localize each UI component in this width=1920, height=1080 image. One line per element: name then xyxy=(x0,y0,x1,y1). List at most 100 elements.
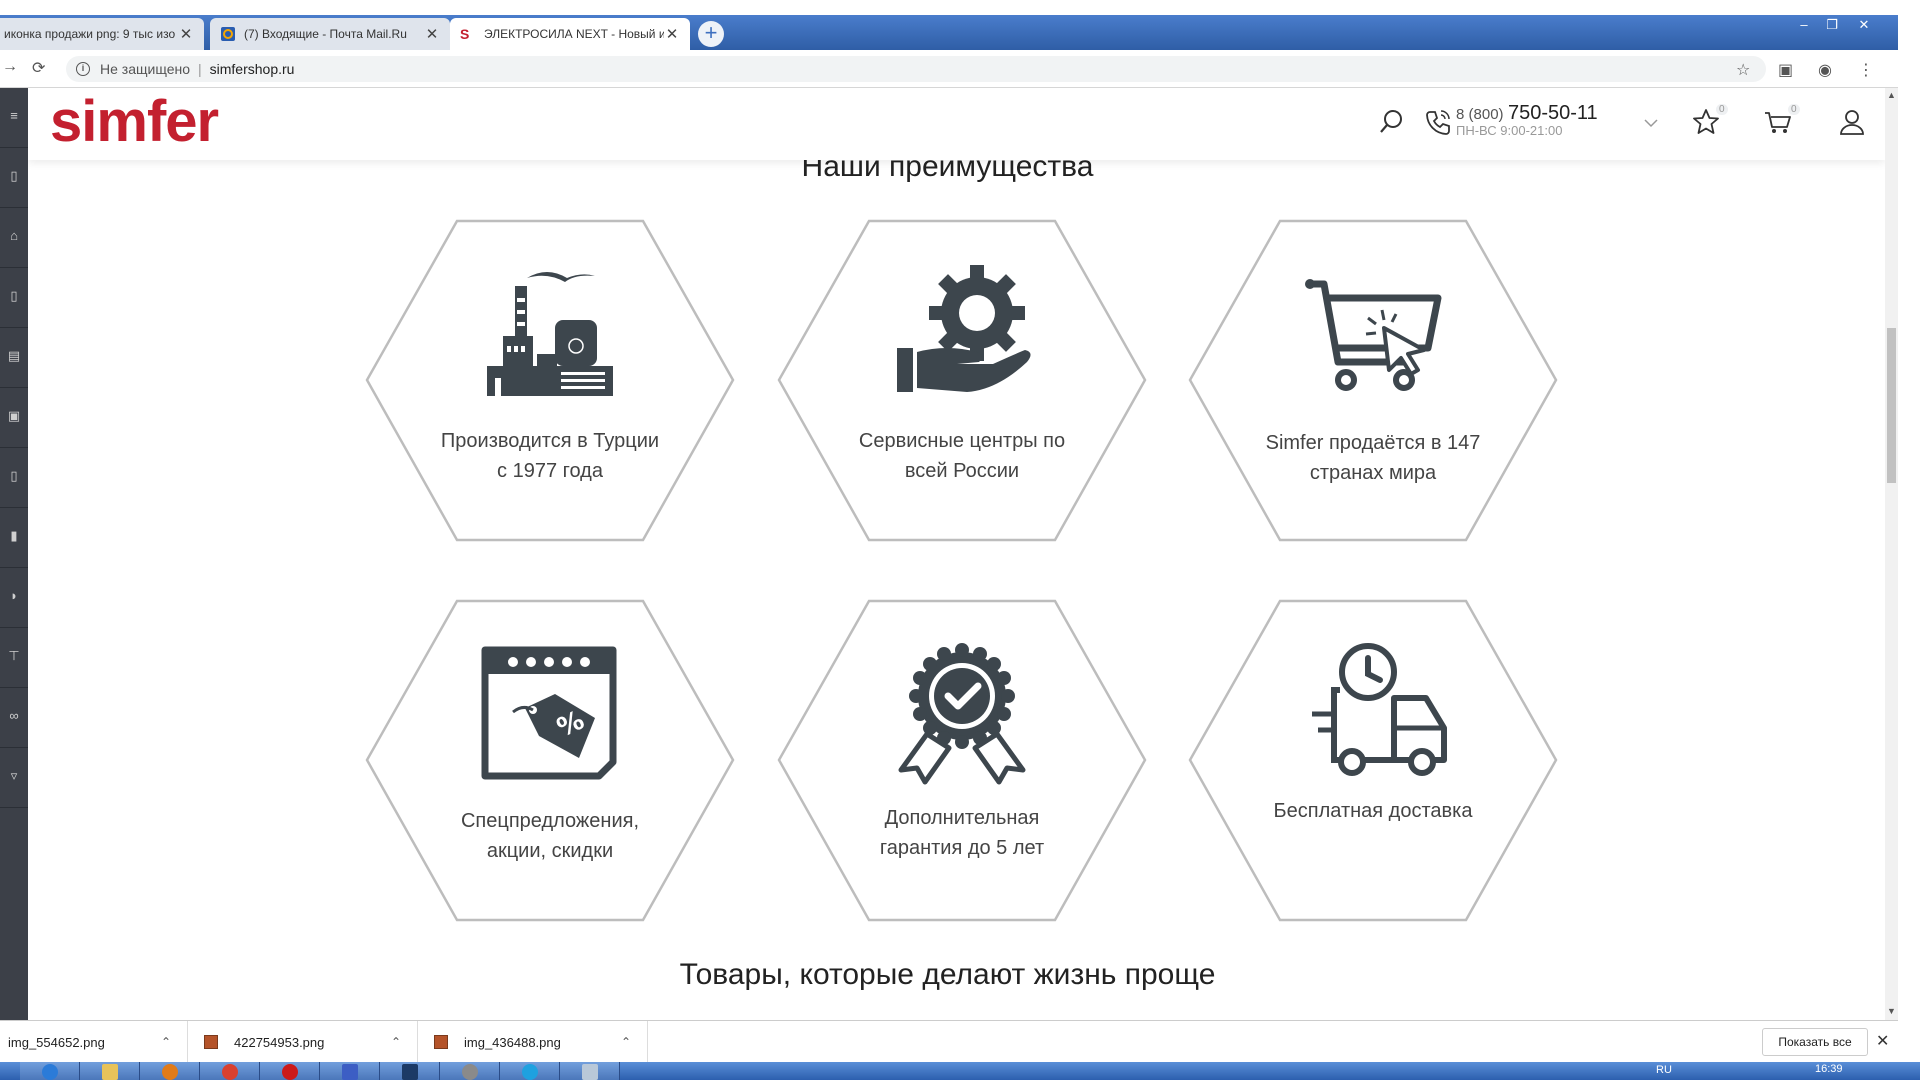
address-bar[interactable]: i Не защищено | simfershop.ru xyxy=(66,56,1766,82)
photoshop-icon xyxy=(402,1064,418,1080)
advantage-label-line: странах мира xyxy=(1309,462,1437,484)
taskbar-app-ie[interactable] xyxy=(20,1062,80,1080)
chevron-up-icon[interactable]: ⌃ xyxy=(621,1035,631,1049)
advantage-hexagon: Сервисные центры по всей России xyxy=(776,218,1148,543)
site-logo[interactable]: simfer xyxy=(50,88,219,155)
browser-tab-strip: иконка продажи png: 9 тыс изо ✕ (7) Вход… xyxy=(0,15,1898,50)
advantage-label-line: акции, скидки xyxy=(486,840,614,862)
show-all-downloads-button[interactable]: Показать все xyxy=(1762,1028,1868,1056)
cart-count-badge: 0 xyxy=(1788,104,1800,115)
taskbar-app-explorer[interactable] xyxy=(80,1062,140,1080)
mail-icon xyxy=(220,26,236,42)
sidebar-item[interactable]: ▯ xyxy=(0,268,28,328)
taskbar-app-chrome[interactable] xyxy=(200,1062,260,1080)
phone-block[interactable]: 8 (800) 750-50-11 ПН-ВС 9:00-21:00 xyxy=(1456,102,1598,138)
phone-hours: ПН-ВС 9:00-21:00 xyxy=(1456,123,1563,138)
browser-tab-active[interactable]: S ЭЛЕКТРОСИЛА NEXT - Новый и ✕ xyxy=(450,18,690,50)
advantage-label-line: с 1977 года xyxy=(497,460,603,482)
sidebar-item[interactable]: ≡ xyxy=(0,88,28,148)
image-file-icon xyxy=(434,1035,448,1049)
vertical-scrollbar[interactable]: ▲ ▼ xyxy=(1885,88,1898,1020)
chevron-up-icon[interactable]: ⌃ xyxy=(391,1035,401,1049)
ie-icon xyxy=(42,1064,58,1080)
taskbar-app[interactable] xyxy=(440,1062,500,1080)
folder-icon xyxy=(102,1064,118,1080)
sidebar-item[interactable]: ⊤ xyxy=(0,628,28,688)
taskbar-app-media[interactable] xyxy=(140,1062,200,1080)
download-item[interactable]: img_436488.png ⌃ xyxy=(418,1021,648,1063)
browser-tab[interactable]: иконка продажи png: 9 тыс изо ✕ xyxy=(0,18,204,50)
factory-icon xyxy=(487,272,613,396)
new-tab-button[interactable]: + xyxy=(698,21,724,47)
delivery-truck-icon xyxy=(1312,643,1447,776)
close-window-button[interactable]: ✕ xyxy=(1850,16,1878,34)
sidebar-item[interactable]: ◗ xyxy=(0,568,28,628)
advantage-label-line: гарантия до 5 лет xyxy=(879,837,1045,859)
search-icon[interactable] xyxy=(1376,106,1408,138)
chevron-down-icon[interactable] xyxy=(1642,114,1660,132)
close-icon[interactable]: ✕ xyxy=(424,25,440,43)
opera-icon xyxy=(282,1064,298,1080)
forward-icon[interactable]: → xyxy=(2,58,18,76)
account-icon[interactable]: ◉ xyxy=(1818,60,1832,80)
advantage-label: Спецпредложения, акции, скидки xyxy=(414,806,686,866)
sidebar-item[interactable]: ▯ xyxy=(0,148,28,208)
media-player-icon xyxy=(162,1064,178,1080)
security-status: Не защищено xyxy=(100,61,190,77)
advantage-label: Бесплатная доставка xyxy=(1237,796,1509,826)
minimize-button[interactable]: – xyxy=(1790,16,1818,34)
downloads-bar: img_554652.png ⌃ 422754953.png ⌃ img_436… xyxy=(0,1020,1898,1063)
sidebar-item[interactable]: ∞ xyxy=(0,688,28,748)
reload-icon[interactable]: ⟳ xyxy=(32,58,45,78)
taskbar-app[interactable] xyxy=(320,1062,380,1080)
advantage-label-line: Дополнительная xyxy=(884,807,1040,829)
sidebar-item[interactable]: ▮ xyxy=(0,508,28,568)
favorites-count-badge: 0 xyxy=(1716,104,1728,115)
site-header: simfer 8 (800) 750-50-11 ПН-ВС 9:00-21:0… xyxy=(28,88,1885,160)
sidebar-item[interactable]: ▿ xyxy=(0,748,28,808)
menu-icon[interactable]: ⋮ xyxy=(1858,60,1874,80)
scroll-up-arrow[interactable]: ▲ xyxy=(1885,90,1898,100)
taskbar-app-opera[interactable] xyxy=(260,1062,320,1080)
download-file-name: 422754953.png xyxy=(234,1034,325,1050)
close-icon[interactable]: ✕ xyxy=(664,25,680,43)
close-icon[interactable]: ✕ xyxy=(178,25,194,43)
tab-title: (7) Входящие - Почта Mail.Ru xyxy=(244,27,407,41)
browser-toolbar: → ⟳ i Не защищено | simfershop.ru ☆ ▣ ◉ … xyxy=(0,50,1898,88)
user-icon[interactable] xyxy=(1836,106,1868,138)
tab-title: иконка продажи png: 9 тыс изо xyxy=(4,27,176,41)
clock[interactable]: 16:39 xyxy=(1815,1063,1843,1075)
phone-number: 750-50-11 xyxy=(1507,102,1598,124)
advantage-label-line: Бесплатная доставка xyxy=(1273,800,1473,822)
advantage-label-line: всей России xyxy=(904,460,1020,482)
advantage-hexagon: % Спецпредложения, акции, скидки xyxy=(364,598,736,923)
close-icon[interactable]: ✕ xyxy=(1876,1031,1889,1051)
scrollbar-thumb[interactable] xyxy=(1887,328,1896,483)
bookmark-star-icon[interactable]: ☆ xyxy=(1736,60,1750,80)
sidebar-item[interactable]: ▯ xyxy=(0,448,28,508)
left-sidebar: ≡ ▯ ⌂ ▯ ▤ ▣ ▯ ▮ ◗ ⊤ ∞ ▿ xyxy=(0,88,28,1020)
download-item[interactable]: img_554652.png ⌃ xyxy=(0,1021,188,1063)
language-indicator[interactable]: RU xyxy=(1656,1064,1672,1076)
taskbar-app-photoshop[interactable] xyxy=(380,1062,440,1080)
chevron-up-icon[interactable]: ⌃ xyxy=(161,1035,171,1049)
maximize-button[interactable]: ❐ xyxy=(1818,16,1846,34)
window-icon xyxy=(582,1064,598,1080)
award-check-icon xyxy=(898,643,1026,785)
download-item[interactable]: 422754953.png ⌃ xyxy=(188,1021,418,1063)
sidebar-item[interactable]: ⌂ xyxy=(0,208,28,268)
browser-tab[interactable]: (7) Входящие - Почта Mail.Ru ✕ xyxy=(210,18,450,50)
extension-icon[interactable]: ▣ xyxy=(1778,60,1793,80)
download-file-name: img_554652.png xyxy=(8,1034,105,1050)
sidebar-item[interactable]: ▤ xyxy=(0,328,28,388)
sidebar-item[interactable]: ▣ xyxy=(0,388,28,448)
advantage-label: Дополнительная гарантия до 5 лет xyxy=(826,803,1098,863)
products-title: Товары, которые делают жизнь проще xyxy=(679,958,1216,991)
scroll-down-arrow[interactable]: ▼ xyxy=(1885,1006,1898,1016)
advantage-label-line: Производится в Турции xyxy=(440,430,660,452)
info-icon[interactable]: i xyxy=(76,62,90,76)
calendar-discount-icon: % xyxy=(481,646,617,780)
taskbar-app-skype[interactable] xyxy=(500,1062,560,1080)
cart-cursor-icon xyxy=(1305,279,1442,391)
taskbar-app[interactable] xyxy=(560,1062,620,1080)
